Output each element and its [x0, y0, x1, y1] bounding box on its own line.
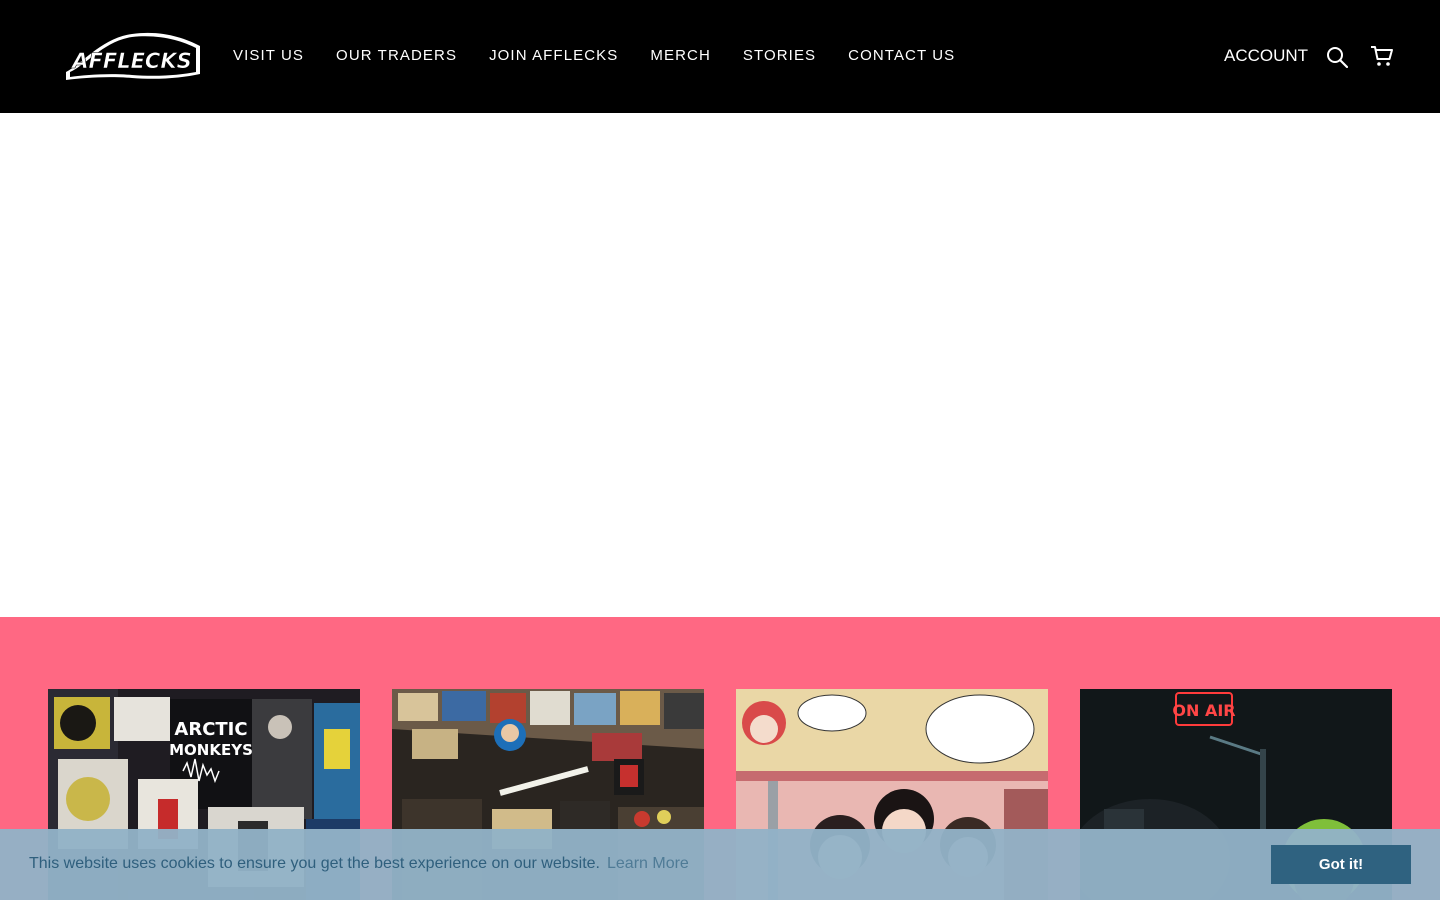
- account-link[interactable]: ACCOUNT: [1224, 46, 1308, 66]
- hero-area: [0, 113, 1440, 617]
- nav-join-afflecks[interactable]: JOIN AFFLECKS: [489, 47, 618, 65]
- card-4-on-air-text: ON AIR: [1172, 701, 1235, 720]
- cookie-message: This website uses cookies to ensure you …: [29, 855, 600, 872]
- nav-merch[interactable]: MERCH: [650, 47, 711, 65]
- site-header: AFFLECKS VISIT US OUR TRADERS JOIN AFFLE…: [0, 0, 1440, 113]
- nav-stories[interactable]: STORIES: [743, 47, 816, 65]
- search-icon[interactable]: [1326, 46, 1349, 69]
- accept-cookies-button[interactable]: Got it!: [1271, 845, 1411, 884]
- logo-text: AFFLECKS: [70, 49, 191, 73]
- card-1-text-monkeys: MONKEYS: [169, 741, 253, 759]
- nav-our-traders[interactable]: OUR TRADERS: [336, 47, 457, 65]
- main-nav: VISIT US OUR TRADERS JOIN AFFLECKS MERCH…: [233, 47, 955, 65]
- learn-more-link[interactable]: Learn More: [607, 855, 689, 873]
- nav-visit-us[interactable]: VISIT US: [233, 47, 304, 65]
- cart-icon[interactable]: [1370, 45, 1394, 67]
- affleck-logo[interactable]: AFFLECKS: [62, 28, 204, 84]
- card-1-text-arctic: ARCTIC: [174, 719, 247, 740]
- nav-contact-us[interactable]: CONTACT US: [848, 47, 955, 65]
